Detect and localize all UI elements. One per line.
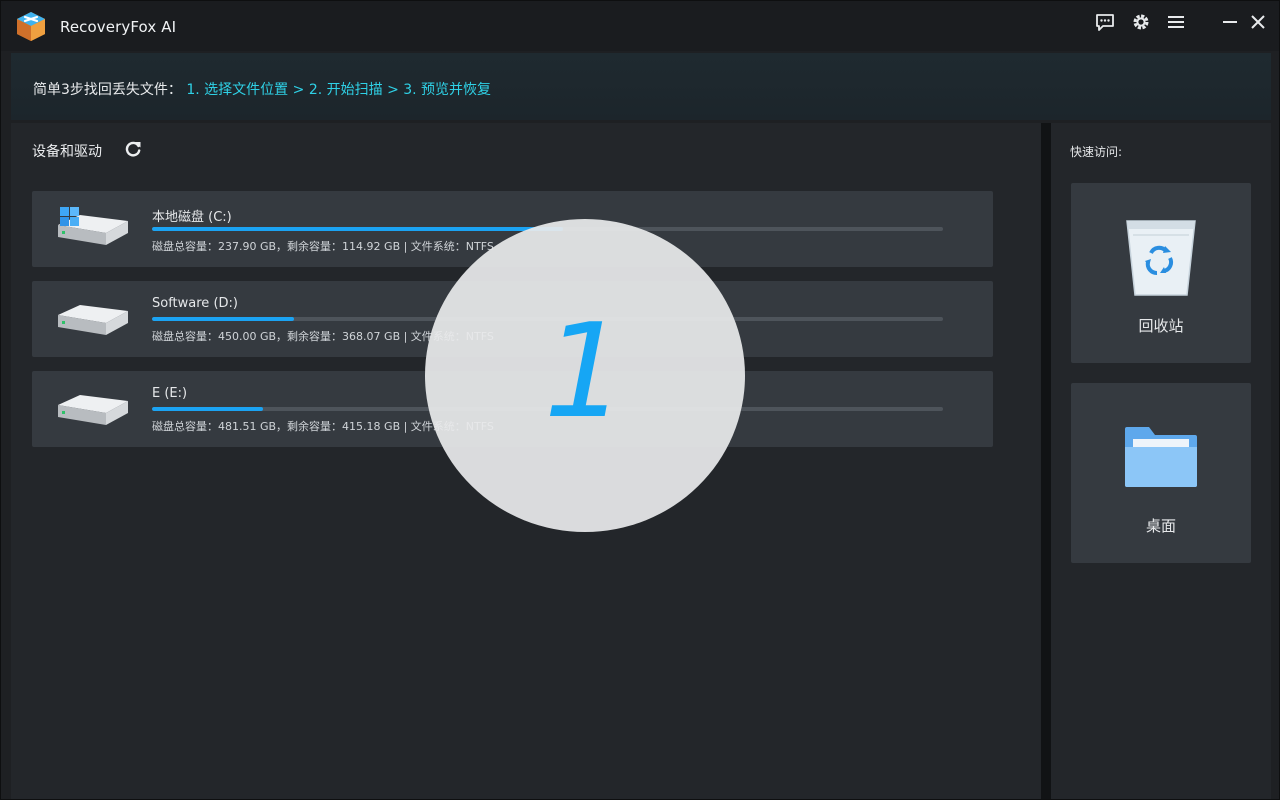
close-icon: [1251, 15, 1265, 29]
recycle-bin-icon: [1126, 220, 1196, 296]
quick-access-panel: 快速访问: 回收站 桌面: [1051, 123, 1271, 799]
desktop-label: 桌面: [1145, 517, 1176, 535]
usage-bar-fill: [152, 407, 263, 411]
desktop-card[interactable]: 桌面: [1071, 383, 1251, 563]
steps-prefix: 简单3步找回丢失文件：: [33, 82, 182, 98]
hard-drive-icon: [58, 305, 128, 335]
step-number: 1: [543, 294, 627, 447]
step-number-overlay: 1: [425, 219, 745, 532]
drive-name: E (E:): [152, 386, 188, 401]
recycle-bin-label: 回收站: [1138, 317, 1184, 335]
steps-list: 1. 选择文件位置 > 2. 开始扫描 > 3. 预览并恢复: [186, 82, 492, 98]
quick-access-title: 快速访问:: [1070, 145, 1123, 159]
steps-banner: 简单3步找回丢失文件： 1. 选择文件位置 > 2. 开始扫描 > 3. 预览并…: [11, 53, 1271, 120]
drive-name: Software (D:): [152, 296, 238, 311]
close-button[interactable]: [1247, 11, 1269, 33]
panel-divider: [1041, 123, 1051, 799]
hard-drive-icon: [58, 395, 128, 425]
title-bar: RecoveryFox AI: [1, 1, 1279, 51]
app-logo-icon: [17, 12, 45, 41]
usage-bar-fill: [152, 317, 295, 321]
devices-title: 设备和驱动: [32, 144, 102, 160]
drive-name: 本地磁盘 (C:): [152, 210, 232, 225]
app-title: RecoveryFox AI: [60, 18, 177, 36]
steps-text: 简单3步找回丢失文件： 1. 选择文件位置 > 2. 开始扫描 > 3. 预览并…: [33, 79, 491, 99]
feedback-button[interactable]: [1094, 11, 1116, 33]
settings-button[interactable]: [1130, 11, 1152, 33]
refresh-icon[interactable]: [124, 140, 142, 158]
minimize-icon: [1223, 21, 1237, 23]
system-drive-icon: [58, 207, 128, 245]
menu-icon: [1168, 16, 1184, 28]
usage-bar-fill: [152, 227, 564, 231]
recycle-bin-card[interactable]: 回收站: [1071, 183, 1251, 363]
feedback-icon: [1096, 13, 1114, 31]
settings-icon: [1133, 14, 1149, 30]
app-window: RecoveryFox AI 简单3步找回丢失文件： 1. 选择文件位置 > 2…: [0, 0, 1280, 800]
folder-icon: [1125, 427, 1197, 487]
minimize-button[interactable]: [1219, 11, 1241, 33]
drive-info: 磁盘总容量：237.90 GB，剩余容量：114.92 GB | 文件系统：NT…: [152, 240, 494, 253]
menu-button[interactable]: [1165, 11, 1187, 33]
